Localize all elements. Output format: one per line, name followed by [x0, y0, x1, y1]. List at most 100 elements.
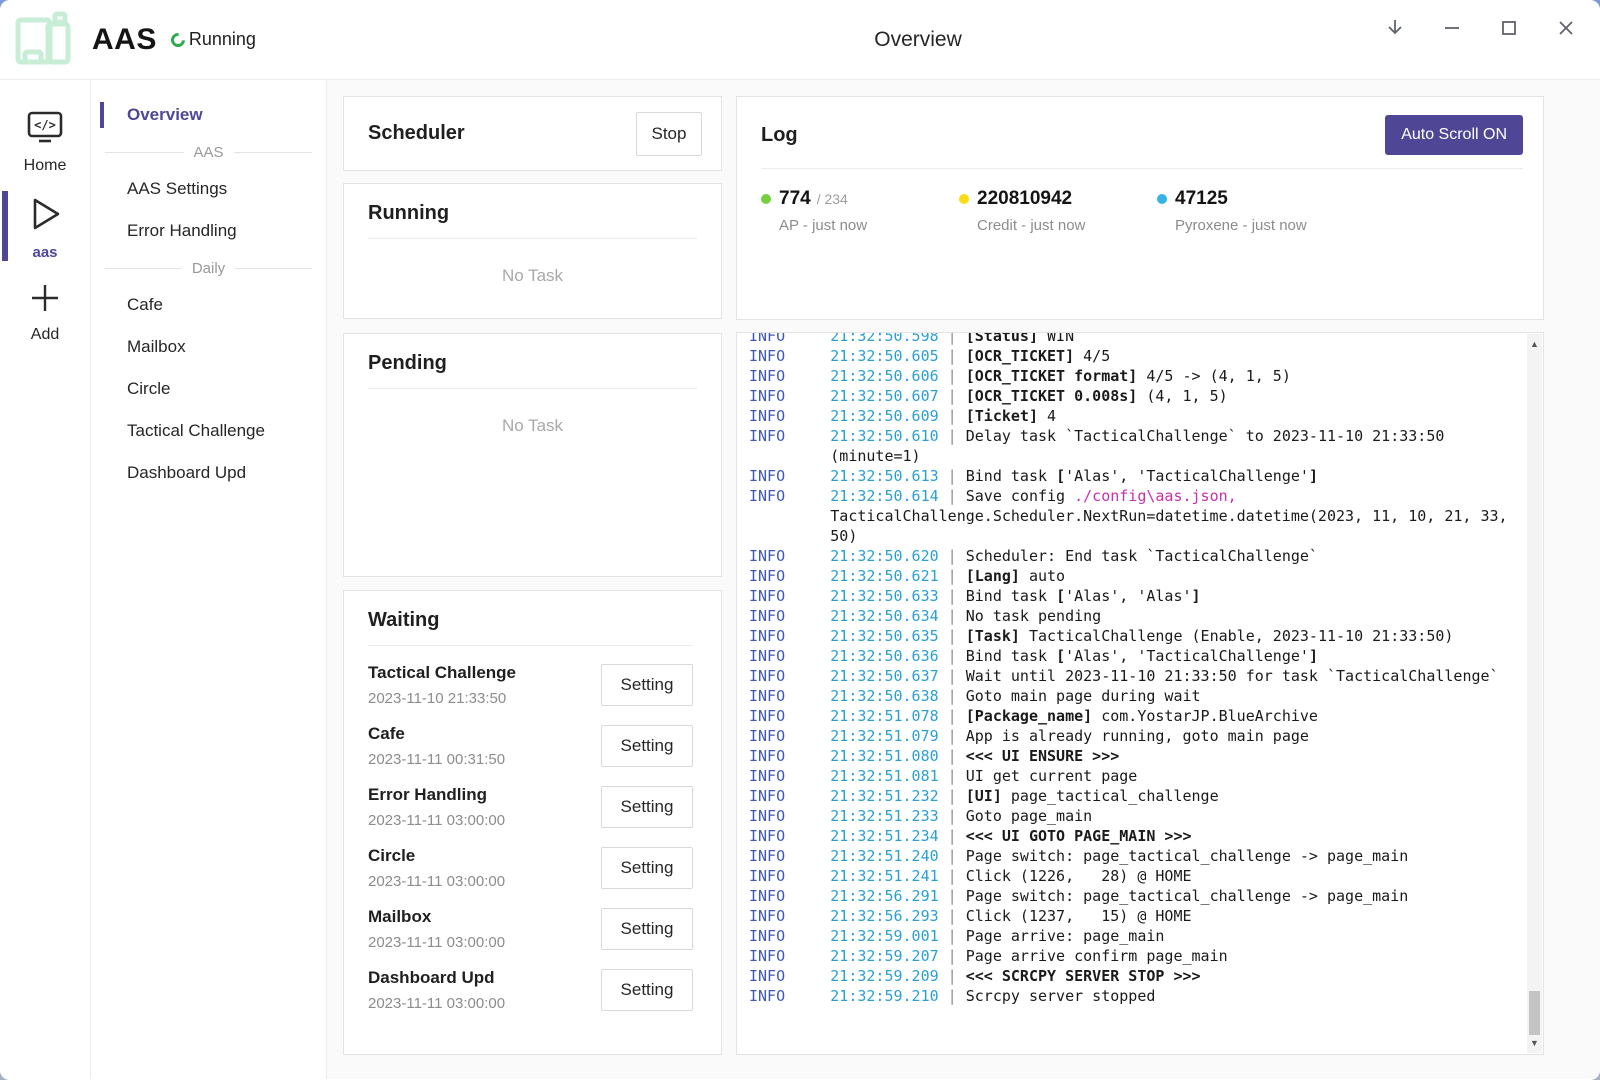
log-message-segment: 4: [1038, 407, 1056, 425]
task-info: Circle2023-11-11 03:00:00: [368, 846, 505, 890]
log-line: INFO 21:32:59.210 | Scrcpy server stoppe…: [749, 986, 1511, 1006]
waiting-task-row: Mailbox2023-11-11 03:00:00 Setting: [368, 907, 693, 951]
log-timestamp: 21:32:50.638: [830, 687, 938, 705]
log-message-segment: com.YostarJP.BlueArchive: [1092, 707, 1318, 725]
log-timestamp: 21:32:51.080: [830, 747, 938, 765]
stat-value-row: 47125: [1157, 188, 1355, 210]
nav-item-tactical-challenge[interactable]: Tactical Challenge: [91, 410, 326, 452]
nav-item-dashboard-upd[interactable]: Dashboard Upd: [91, 452, 326, 494]
nav-item-cafe[interactable]: Cafe: [91, 284, 326, 326]
task-info: Tactical Challenge 2023-11-10 21:33:50: [368, 663, 516, 707]
log-separator: |: [939, 367, 966, 385]
log-separator: |: [939, 467, 966, 485]
log-level: INFO: [749, 332, 785, 345]
download-update-icon[interactable]: [1383, 16, 1407, 40]
log-level: INFO: [749, 827, 785, 845]
log-line: INFO 21:32:51.241 | Click (1226, 28) @ H…: [749, 866, 1511, 886]
task-setting-button[interactable]: Setting: [601, 664, 693, 706]
log-line: INFO 21:32:50.598 | [Status] WIN: [749, 332, 1511, 346]
log-level: INFO: [749, 347, 785, 365]
log-line: INFO 21:32:50.605 | [OCR_TICKET] 4/5: [749, 346, 1511, 366]
log-line: INFO 21:32:50.637 | Wait until 2023-11-1…: [749, 666, 1511, 686]
stat-total: / 234: [817, 191, 848, 207]
log-separator: |: [939, 747, 966, 765]
log-message-segment: Scheduler: End task `TacticalChallenge`: [966, 547, 1318, 565]
nav-item-mailbox[interactable]: Mailbox: [91, 326, 326, 368]
task-setting-button[interactable]: Setting: [601, 725, 693, 767]
log-column: Log Auto Scroll ON 774/ 234AP - just now…: [736, 96, 1544, 1055]
nav-item-overview[interactable]: Overview: [91, 94, 326, 136]
waiting-task-row: Tactical Challenge 2023-11-10 21:33:50 Set…: [368, 663, 693, 707]
task-name: Mailbox: [368, 907, 505, 927]
task-next-run-time: 2023-11-10 21:33:50: [368, 690, 516, 707]
log-message-segment: Wait until 2023-11-10 21:33:50 for task …: [966, 667, 1499, 685]
minimize-icon[interactable]: [1440, 16, 1464, 40]
log-level: INFO: [749, 847, 785, 865]
log-level: INFO: [749, 807, 785, 825]
log-level: INFO: [749, 927, 785, 945]
log-message-segment: [: [1056, 467, 1065, 485]
log-line: INFO 21:32:51.079 | App is already runni…: [749, 726, 1511, 746]
log-message-segment: Bind task: [966, 587, 1056, 605]
rail-item-label: Add: [31, 326, 59, 344]
running-title: Running: [368, 202, 697, 225]
log-timestamp: 21:32:50.607: [830, 387, 938, 405]
log-message-segment: [OCR_TICKET format]: [966, 367, 1138, 385]
pending-title: Pending: [368, 352, 697, 375]
log-scrollbar[interactable]: ▲ ▼: [1527, 334, 1542, 1053]
log-timestamp: 21:32:50.620: [830, 547, 938, 565]
waiting-card: Waiting Tactical Challenge2023-11-10 21:…: [343, 590, 722, 1055]
rail-item-add[interactable]: Add: [0, 269, 90, 352]
task-info: Mailbox2023-11-11 03:00:00: [368, 907, 505, 951]
log-separator: |: [939, 487, 966, 505]
stop-button[interactable]: Stop: [636, 112, 702, 156]
log-line: INFO 21:32:56.293 | Click (1237, 15) @ H…: [749, 906, 1511, 926]
task-name: Error Handling: [368, 785, 505, 805]
task-setting-button[interactable]: Setting: [601, 786, 693, 828]
stat-caption: Credit - just now: [977, 217, 1157, 234]
rail-item-aas[interactable]: aas: [0, 183, 90, 269]
scroll-down-icon[interactable]: ▼: [1527, 1035, 1542, 1051]
window-controls: [1383, 16, 1578, 40]
task-setting-button[interactable]: Setting: [601, 969, 693, 1011]
log-separator: |: [939, 547, 966, 565]
task-name: Tactical Challenge: [368, 663, 516, 683]
log-line: INFO 21:32:50.613 | Bind task ['Alas', '…: [749, 466, 1511, 486]
log-message-segment: ]: [1309, 647, 1318, 665]
maximize-icon[interactable]: [1497, 16, 1521, 40]
close-icon[interactable]: [1554, 16, 1578, 40]
task-setting-button[interactable]: Setting: [601, 847, 693, 889]
log-line: INFO 21:32:51.078 | [Package_name] com.Y…: [749, 706, 1511, 726]
divider: [368, 238, 697, 239]
log-timestamp: 21:32:50.613: [830, 467, 938, 485]
nav-item-error-handling[interactable]: Error Handling: [91, 210, 326, 252]
log-message-segment: auto: [1020, 567, 1065, 585]
log-line: INFO 21:32:59.001 | Page arrive: page_ma…: [749, 926, 1511, 946]
nav-group-divider-daily: Daily: [91, 252, 326, 284]
waiting-task-list: Tactical Challenge 2023-11-10 21:33:50 Set…: [344, 663, 721, 1012]
log-separator: |: [939, 767, 966, 785]
stat-caption: Pyroxene - just now: [1175, 217, 1355, 234]
scroll-up-icon[interactable]: ▲: [1527, 336, 1542, 352]
log-message-segment: App is already running, goto main page: [966, 727, 1309, 745]
running-spinner-icon: [168, 30, 188, 50]
stat-value: 220810942: [977, 188, 1072, 210]
stat-dot-icon: [761, 194, 771, 204]
svg-text:</>: </>: [34, 118, 56, 132]
log-message-segment: TacticalChallenge (Enable, 2023-11-10 21…: [1020, 627, 1453, 645]
log-timestamp: 21:32:50.633: [830, 587, 938, 605]
scrollbar-thumb[interactable]: [1529, 991, 1540, 1035]
log-lines: INFO 21:32:50.598 | [Status] WININFO 21:…: [749, 332, 1511, 1006]
auto-scroll-button[interactable]: Auto Scroll ON: [1385, 115, 1523, 155]
log-level: INFO: [749, 727, 785, 745]
log-level: INFO: [749, 667, 785, 685]
log-line: INFO 21:32:59.207 | Page arrive confirm …: [749, 946, 1511, 966]
pending-empty-text: No Task: [368, 416, 697, 436]
task-setting-button[interactable]: Setting: [601, 908, 693, 950]
log-timestamp: 21:32:51.233: [830, 807, 938, 825]
nav-item-circle[interactable]: Circle: [91, 368, 326, 410]
rail-item-home[interactable]: </>Home: [0, 98, 90, 183]
log-level: INFO: [749, 967, 785, 985]
nav-item-aas-settings[interactable]: AAS Settings: [91, 168, 326, 210]
log-line: INFO 21:32:50.638 | Goto main page durin…: [749, 686, 1511, 706]
